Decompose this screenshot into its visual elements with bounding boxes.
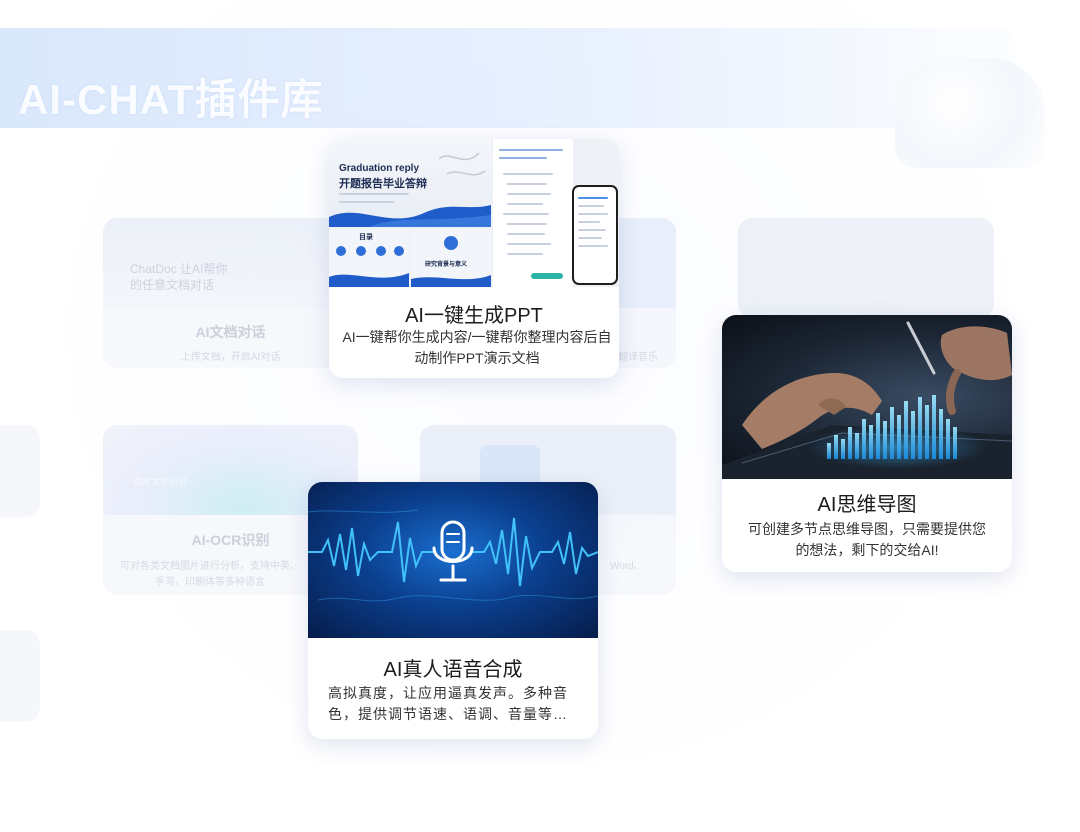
chat-line xyxy=(499,157,547,159)
chat-line xyxy=(507,233,545,235)
chat-line xyxy=(507,183,547,185)
bg-card-thumb xyxy=(738,218,994,318)
bg-card-desc: 翻译音乐 xyxy=(618,352,658,363)
chat-line xyxy=(507,193,551,195)
bg-card-thumb-text: 图片文字识别 xyxy=(133,477,188,487)
bg-card-desc: Word、 xyxy=(610,561,644,572)
bg-card-doc-chat[interactable]: ChatDoc 让AI帮你 的任意文档对话 AI文档对话 上传文档，开启AI对话 xyxy=(103,218,358,368)
plugin-card-voice[interactable]: AI真人语音合成 高拟真度，让应用逼真发声。多种音色，提供调节语速、语调、音量等… xyxy=(308,482,598,739)
bg-card-desc: 上传文档，开启AI对话 xyxy=(180,352,281,363)
phone-line xyxy=(578,221,600,223)
banner-decoration xyxy=(895,58,1045,168)
card-title: AI思维导图 xyxy=(817,494,917,516)
chat-line xyxy=(503,173,553,175)
slide-wave-decoration xyxy=(329,152,491,227)
bg-card-thumb: ChatDoc 让AI帮你 的任意文档对话 xyxy=(103,218,358,308)
bg-card-thumb-text: ChatDoc 让AI帮你 xyxy=(130,262,228,276)
chat-line xyxy=(507,203,543,205)
card-title: AI真人语音合成 xyxy=(383,659,523,681)
bg-card-stub xyxy=(0,630,40,722)
bg-card-title: AI文档对话 xyxy=(195,324,266,340)
ppt-chat-panel xyxy=(493,139,573,287)
phone-line xyxy=(578,197,608,199)
phone-line xyxy=(578,245,608,247)
ppt-slide-cover: Graduation reply 开题报告毕业答辩 xyxy=(329,139,491,227)
ppt-slide-section: 研究背景与意义 xyxy=(411,229,491,287)
bg-card-desc: 可对各类文档图片进行分析，支持中英、手写、印刷体等多种语言 xyxy=(120,561,300,588)
card-description: 高拟真度，让应用逼真发声。多种音色，提供调节语速、语调、音量等… xyxy=(328,685,568,722)
plugin-card-mindmap[interactable]: AI思维导图 可创建多节点思维导图，只需要提供您的想法，剩下的交给AI! xyxy=(722,315,1012,572)
card-description: 可创建多节点思维导图，只需要提供您的想法，剩下的交给AI! xyxy=(748,521,986,558)
bar-chart-graphic xyxy=(722,321,1012,479)
slide-toc-decoration xyxy=(329,246,409,287)
chat-line xyxy=(503,213,549,215)
waveform-graphic xyxy=(308,509,598,602)
page-title: AI-CHAT插件库 xyxy=(18,76,324,123)
phone-mockup xyxy=(572,185,618,285)
card-title: AI一键生成PPT xyxy=(405,305,543,327)
bg-card-stub xyxy=(0,425,40,517)
phone-line xyxy=(578,213,608,215)
chat-line xyxy=(507,243,551,245)
phone-line xyxy=(578,237,602,239)
card-description: AI一键帮你生成内容/一键帮你整理内容后自动制作PPT演示文档 xyxy=(342,329,612,366)
ppt-preview-image: Graduation reply 开题报告毕业答辩 目录 研究背景与意义 xyxy=(329,139,619,287)
chat-line xyxy=(507,223,547,225)
phone-line xyxy=(578,205,604,207)
chat-input-button xyxy=(531,273,563,279)
microphone-icon xyxy=(432,520,474,582)
phone-line xyxy=(578,229,606,231)
chat-line xyxy=(499,149,563,151)
plugin-card-ppt[interactable]: Graduation reply 开题报告毕业答辩 目录 研究背景与意义 AI一… xyxy=(329,139,619,378)
ppt-slide-toc: 目录 xyxy=(329,229,409,287)
slide-section-decoration xyxy=(411,236,491,287)
mindmap-preview-image xyxy=(722,315,1012,479)
voice-preview-image xyxy=(308,482,598,638)
bg-card-thumb-text: 的任意文档对话 xyxy=(130,278,215,292)
bg-card-placeholder xyxy=(738,218,994,318)
chat-line xyxy=(507,253,543,255)
